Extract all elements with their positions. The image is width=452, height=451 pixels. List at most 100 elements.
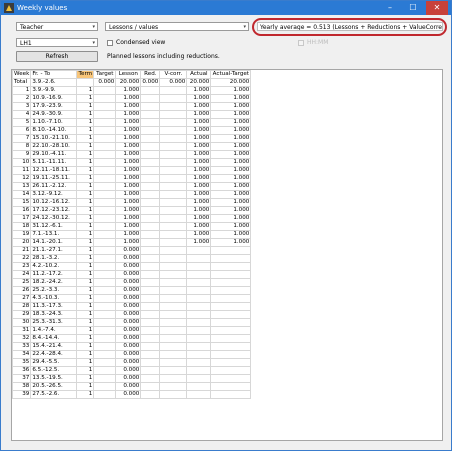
cell-vcorr[interactable] [159,134,188,143]
cell-diff[interactable] [210,270,252,279]
table-row[interactable]: 18 31.12.-6.1. 1 1.000 1.000 1.000 [12,222,252,231]
cell-target[interactable] [93,262,117,271]
cell-diff[interactable]: 1.000 [210,222,252,231]
cell-diff[interactable]: 1.000 [210,198,252,207]
col-actual-header[interactable]: Actual [186,70,212,79]
table-row[interactable]: 13 26.11.-2.12. 1 1.000 1.000 1.000 [12,182,252,191]
cell-actual[interactable] [186,278,212,287]
cell-lesson[interactable]: 0.000 [115,286,142,295]
table-row[interactable]: 27 4.3.-10.3. 1 0.000 [12,294,252,303]
cell-target[interactable] [93,318,117,327]
cell-actual[interactable] [186,318,212,327]
cell-term[interactable]: 1 [76,334,95,343]
cell-lesson[interactable]: 0.000 [115,270,142,279]
cell-diff[interactable] [210,262,252,271]
title-bar[interactable]: Weekly values – ☐ ✕ [1,1,451,15]
table-row[interactable]: 19 7.1.-13.1. 1 1.000 1.000 1.000 [12,230,252,239]
col-target-header[interactable]: Target [93,70,117,79]
close-button[interactable]: ✕ [426,1,448,15]
cell-actual[interactable]: 1.000 [186,142,212,151]
cell-actual[interactable] [186,390,212,399]
cell-actual[interactable] [186,254,212,263]
cell-vcorr[interactable] [159,166,188,175]
cell-term[interactable]: 1 [76,222,95,231]
cell-lesson[interactable]: 1.000 [115,94,142,103]
cell-actual[interactable]: 1.000 [186,222,212,231]
cell-vcorr[interactable] [159,334,188,343]
cell-vcorr[interactable] [159,382,188,391]
cell-red[interactable] [140,294,161,303]
table-row[interactable]: 31 1.4.-7.4. 1 0.000 [12,326,252,335]
cell-diff[interactable] [210,318,252,327]
cell-vcorr[interactable] [159,262,188,271]
col-range-header[interactable]: Fr. - To [30,70,78,79]
cell-red[interactable] [140,318,161,327]
cell-term[interactable]: 1 [76,158,95,167]
cell-vcorr[interactable] [159,270,188,279]
cell-vcorr[interactable] [159,350,188,359]
cell-term[interactable]: 1 [76,118,95,127]
table-row[interactable]: 14 3.12.-9.12. 1 1.000 1.000 1.000 [12,190,252,199]
cell-actual[interactable] [186,374,212,383]
cell-actual[interactable]: 1.000 [186,198,212,207]
weekly-values-grid[interactable]: Week Fr. - To Term Target Lesson Red. V-… [11,69,443,441]
cell-target[interactable] [93,294,117,303]
cell-target[interactable] [93,94,117,103]
cell-lesson[interactable]: 0.000 [115,334,142,343]
cell-actual[interactable] [186,358,212,367]
cell-lesson[interactable]: 1.000 [115,158,142,167]
table-row[interactable]: 22 28.1.-3.2. 1 0.000 [12,254,252,263]
cell-term[interactable]: 1 [76,310,95,319]
cell-target[interactable] [93,190,117,199]
cell-red[interactable] [140,198,161,207]
table-row[interactable]: 7 15.10.-21.10. 1 1.000 1.000 1.000 [12,134,252,143]
cell-diff[interactable]: 1.000 [210,150,252,159]
cell-target[interactable] [93,238,117,247]
cell-vcorr[interactable] [159,198,188,207]
cell-lesson[interactable]: 1.000 [115,126,142,135]
cell-diff[interactable]: 1.000 [210,238,252,247]
cell-term[interactable]: 1 [76,254,95,263]
cell-target[interactable] [93,174,117,183]
cell-vcorr[interactable] [159,318,188,327]
cell-term[interactable]: 1 [76,198,95,207]
cell-diff[interactable] [210,294,252,303]
cell-lesson[interactable]: 1.000 [115,86,142,95]
cell-lesson[interactable]: 0.000 [115,302,142,311]
table-row[interactable]: 24 11.2.-17.2. 1 0.000 [12,270,252,279]
cell-diff[interactable]: 1.000 [210,126,252,135]
cell-term[interactable]: 1 [76,366,95,375]
cell-actual[interactable]: 1.000 [186,110,212,119]
cell-term[interactable]: 1 [76,102,95,111]
total-diff[interactable]: 20.000 [210,78,252,87]
cell-target[interactable] [93,334,117,343]
cell-vcorr[interactable] [159,238,188,247]
cell-lesson[interactable]: 1.000 [115,198,142,207]
cell-diff[interactable]: 1.000 [210,182,252,191]
cell-target[interactable] [93,374,117,383]
cell-target[interactable] [93,102,117,111]
cell-diff[interactable]: 1.000 [210,134,252,143]
cell-red[interactable] [140,110,161,119]
cell-term[interactable]: 1 [76,110,95,119]
cell-actual[interactable]: 1.000 [186,166,212,175]
cell-target[interactable] [93,270,117,279]
cell-vcorr[interactable] [159,206,188,215]
cell-lesson[interactable]: 0.000 [115,262,142,271]
cell-vcorr[interactable] [159,94,188,103]
cell-term[interactable]: 1 [76,94,95,103]
cell-target[interactable] [93,158,117,167]
cell-lesson[interactable]: 0.000 [115,246,142,255]
cell-vcorr[interactable] [159,102,188,111]
table-row[interactable]: 3 17.9.-23.9. 1 1.000 1.000 1.000 [12,102,252,111]
cell-vcorr[interactable] [159,374,188,383]
cell-diff[interactable] [210,254,252,263]
cell-lesson[interactable]: 0.000 [115,278,142,287]
cell-target[interactable] [93,390,117,399]
teacher-select[interactable]: Teacher ▾ [16,22,98,31]
cell-lesson[interactable]: 1.000 [115,238,142,247]
total-lesson[interactable]: 20.000 [115,78,142,87]
table-row[interactable]: 1 3.9.-9.9. 1 1.000 1.000 1.000 [12,86,252,95]
cell-diff[interactable] [210,390,252,399]
col-week-header[interactable]: Week [12,70,32,79]
